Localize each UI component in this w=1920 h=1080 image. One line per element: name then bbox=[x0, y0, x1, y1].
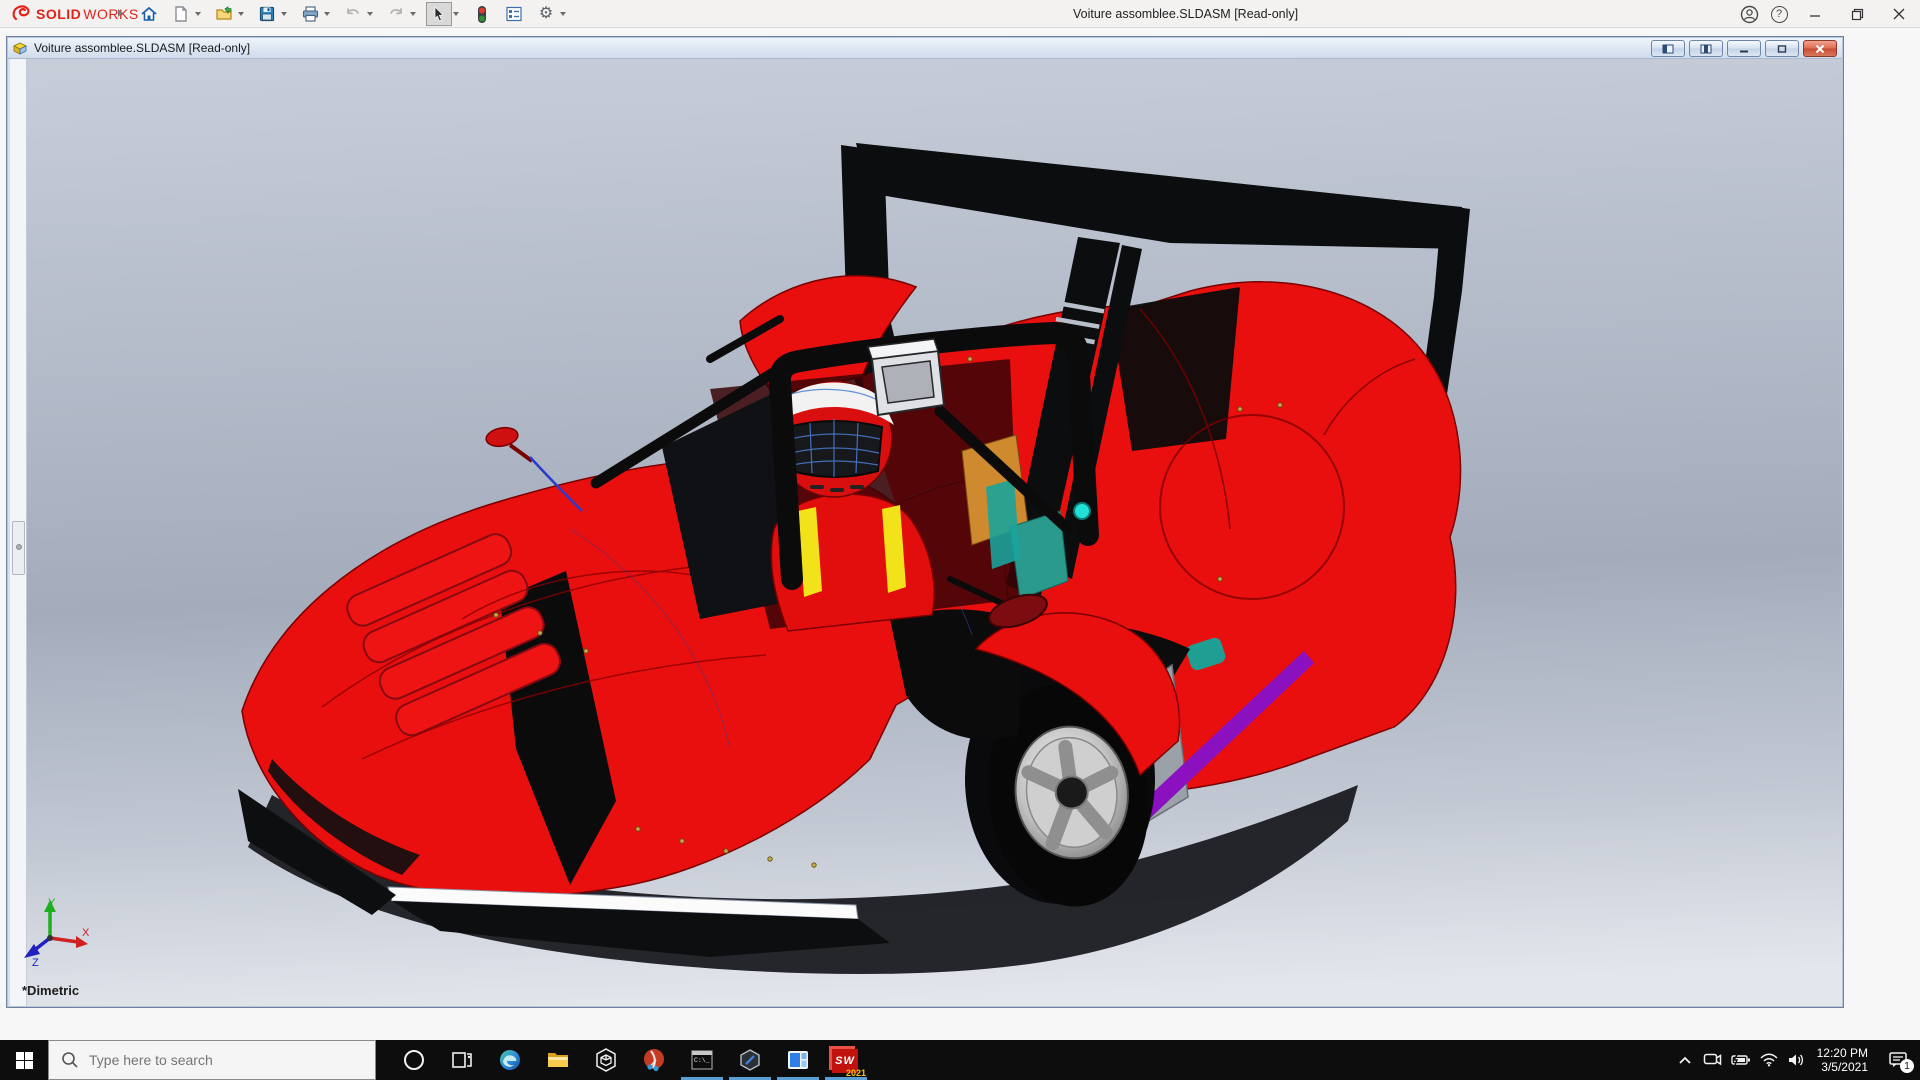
print-dropdown-caret[interactable] bbox=[324, 12, 330, 16]
edge-icon bbox=[498, 1048, 522, 1072]
display-states-icon[interactable] bbox=[469, 2, 495, 26]
new-dropdown-caret[interactable] bbox=[195, 12, 201, 16]
pane-right-button[interactable] bbox=[1689, 40, 1723, 57]
doc-restore-button[interactable] bbox=[1765, 40, 1799, 57]
app-titlebar: SOLIDWORKS bbox=[0, 0, 1920, 28]
undo-dropdown-caret[interactable] bbox=[367, 12, 373, 16]
car-3d-model bbox=[10, 59, 1842, 1006]
ds-swoosh-icon bbox=[10, 4, 34, 24]
volume-icon[interactable] bbox=[1783, 1040, 1811, 1080]
windows-logo-icon bbox=[16, 1052, 33, 1069]
meet-now-icon[interactable] bbox=[1699, 1040, 1727, 1080]
cortana-icon bbox=[403, 1049, 425, 1071]
taskbar-item-cortana[interactable] bbox=[390, 1040, 438, 1080]
account-icon[interactable] bbox=[1734, 0, 1764, 28]
brand-works: WORKS bbox=[83, 6, 138, 22]
document-window: Voiture assomblee.SLDASM [Read-only] bbox=[6, 36, 1844, 1008]
brand-expand-arrow[interactable] bbox=[118, 9, 123, 17]
taskbar-item-task-view[interactable] bbox=[438, 1040, 486, 1080]
save-icon[interactable] bbox=[254, 2, 280, 26]
notification-count-badge: 1 bbox=[1900, 1059, 1914, 1073]
start-button[interactable] bbox=[0, 1040, 48, 1080]
home-icon[interactable] bbox=[136, 2, 162, 26]
panel-handle-dot bbox=[16, 544, 22, 550]
wifi-icon[interactable] bbox=[1755, 1040, 1783, 1080]
hexagon-app-icon bbox=[738, 1048, 762, 1072]
clock-time: 12:20 PM bbox=[1817, 1046, 1868, 1060]
taskbar-item-file-explorer[interactable] bbox=[534, 1040, 582, 1080]
search-icon bbox=[61, 1051, 79, 1069]
view-orientation-label: *Dimetric bbox=[22, 983, 79, 998]
taskbar-item-command-prompt[interactable]: C:\_ bbox=[678, 1040, 726, 1080]
screen-snip-icon bbox=[642, 1048, 666, 1072]
3d-viewer-icon bbox=[594, 1048, 618, 1072]
help-icon[interactable]: ? bbox=[1764, 0, 1794, 28]
open-icon[interactable] bbox=[211, 2, 237, 26]
hidden-icons-chevron[interactable] bbox=[1671, 1040, 1699, 1080]
system-tray: 12:20 PM 3/5/2021 1 bbox=[1671, 1040, 1920, 1080]
clock-date: 3/5/2021 bbox=[1817, 1060, 1868, 1074]
new-document-icon[interactable] bbox=[168, 2, 194, 26]
battery-icon[interactable] bbox=[1727, 1040, 1755, 1080]
graphics-area[interactable]: Y X Z *Dimetric bbox=[10, 59, 1842, 1006]
restore-button[interactable] bbox=[1836, 0, 1878, 28]
taskbar-item-dev-hexagon[interactable] bbox=[726, 1040, 774, 1080]
task-view-icon bbox=[451, 1049, 473, 1071]
assembly-icon bbox=[12, 40, 29, 56]
triad-x-label: X bbox=[82, 927, 90, 939]
doc-minimize-button[interactable] bbox=[1727, 40, 1761, 57]
doc-close-button[interactable] bbox=[1803, 40, 1837, 57]
triad-z-label: Z bbox=[32, 957, 39, 969]
taskbar-clock[interactable]: 12:20 PM 3/5/2021 bbox=[1811, 1046, 1876, 1074]
document-titlebar[interactable]: Voiture assomblee.SLDASM [Read-only] bbox=[8, 38, 1842, 59]
taskbar-item-screen-snip[interactable] bbox=[630, 1040, 678, 1080]
triad-y-label: Y bbox=[48, 897, 56, 909]
pane-left-button[interactable] bbox=[1651, 40, 1685, 57]
orientation-triad: Y X Z bbox=[18, 894, 98, 974]
taskbar-item-edge[interactable] bbox=[486, 1040, 534, 1080]
taskbar-item-media-app[interactable] bbox=[774, 1040, 822, 1080]
taskbar-search[interactable] bbox=[48, 1040, 376, 1080]
action-center-button[interactable]: 1 bbox=[1876, 1040, 1920, 1080]
search-input[interactable] bbox=[89, 1052, 349, 1068]
windows-taskbar: C:\_ SW 2021 bbox=[0, 1040, 1920, 1080]
svg-text:C:\_: C:\_ bbox=[694, 1057, 710, 1064]
file-explorer-icon bbox=[546, 1048, 570, 1072]
panel-expand-handle[interactable] bbox=[12, 521, 25, 575]
redo-icon[interactable] bbox=[383, 2, 409, 26]
redo-dropdown-caret[interactable] bbox=[410, 12, 416, 16]
brand-solid: SOLID bbox=[36, 6, 81, 22]
view-list-icon[interactable] bbox=[501, 2, 527, 26]
document-title: Voiture assomblee.SLDASM [Read-only] bbox=[34, 41, 250, 55]
options-dropdown-caret[interactable] bbox=[560, 12, 566, 16]
taskbar-item-3d-viewer[interactable] bbox=[582, 1040, 630, 1080]
feature-tree-collapsed-panel[interactable] bbox=[10, 59, 27, 1006]
open-dropdown-caret[interactable] bbox=[238, 12, 244, 16]
options-gear-icon[interactable]: ⚙ bbox=[533, 2, 559, 26]
print-icon[interactable] bbox=[297, 2, 323, 26]
select-cursor-icon[interactable] bbox=[426, 2, 452, 26]
select-dropdown-caret[interactable] bbox=[453, 12, 459, 16]
save-dropdown-caret[interactable] bbox=[281, 12, 287, 16]
main-toolbar: ⚙ bbox=[136, 1, 576, 27]
close-button[interactable] bbox=[1878, 0, 1920, 28]
solidworks-app-icon: SW 2021 bbox=[828, 1045, 864, 1075]
minimize-button[interactable] bbox=[1794, 0, 1836, 28]
taskbar-item-solidworks-2021[interactable]: SW 2021 bbox=[822, 1040, 870, 1080]
command-prompt-icon: C:\_ bbox=[690, 1048, 714, 1072]
media-app-icon bbox=[786, 1048, 810, 1072]
app-window-title: Voiture assomblee.SLDASM [Read-only] bbox=[1073, 7, 1298, 21]
undo-icon[interactable] bbox=[340, 2, 366, 26]
